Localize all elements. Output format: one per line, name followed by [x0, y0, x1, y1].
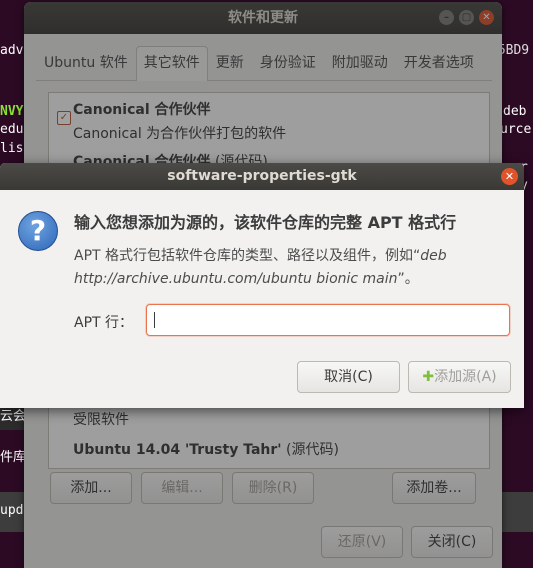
- apt-line-label: APT 行：: [74, 315, 134, 331]
- close-icon[interactable]: ✕: [501, 168, 518, 185]
- apt-line-input[interactable]: [146, 304, 510, 336]
- dialog-titlebar: software-properties-gtk ✕: [0, 163, 524, 190]
- add-source-button[interactable]: ✚添加源(A): [408, 361, 511, 393]
- question-icon: ?: [18, 211, 58, 251]
- dialog-heading: 输入您想添加为源的，该软件仓库的完整 APT 格式行: [74, 213, 457, 232]
- add-source-dialog: software-properties-gtk ✕ ? 输入您想添加为源的，该软…: [0, 163, 524, 408]
- plus-icon: ✚: [422, 369, 435, 385]
- terminal-line: upd: [0, 503, 24, 518]
- terminal-line: urce: [500, 122, 532, 137]
- cancel-button[interactable]: 取消(C): [297, 361, 400, 393]
- terminal-line: adv: [0, 43, 24, 58]
- terminal-line: 件库: [0, 450, 27, 465]
- description-text: APT 格式行包括软件仓库的类型、路径以及组件，例如“: [74, 248, 421, 264]
- dialog-description: APT 格式行包括软件仓库的类型、路径以及组件，例如“deb http://ar…: [74, 245, 514, 291]
- terminal-line: deb: [503, 104, 527, 119]
- terminal-line: edu: [0, 122, 24, 137]
- description-text: ”。: [397, 271, 419, 287]
- terminal-line: NVY: [0, 104, 24, 119]
- text-caret: [154, 312, 155, 328]
- terminal-line: lis: [0, 141, 24, 156]
- dialog-title: software-properties-gtk: [167, 168, 357, 184]
- add-source-label: 添加源(A): [434, 369, 497, 385]
